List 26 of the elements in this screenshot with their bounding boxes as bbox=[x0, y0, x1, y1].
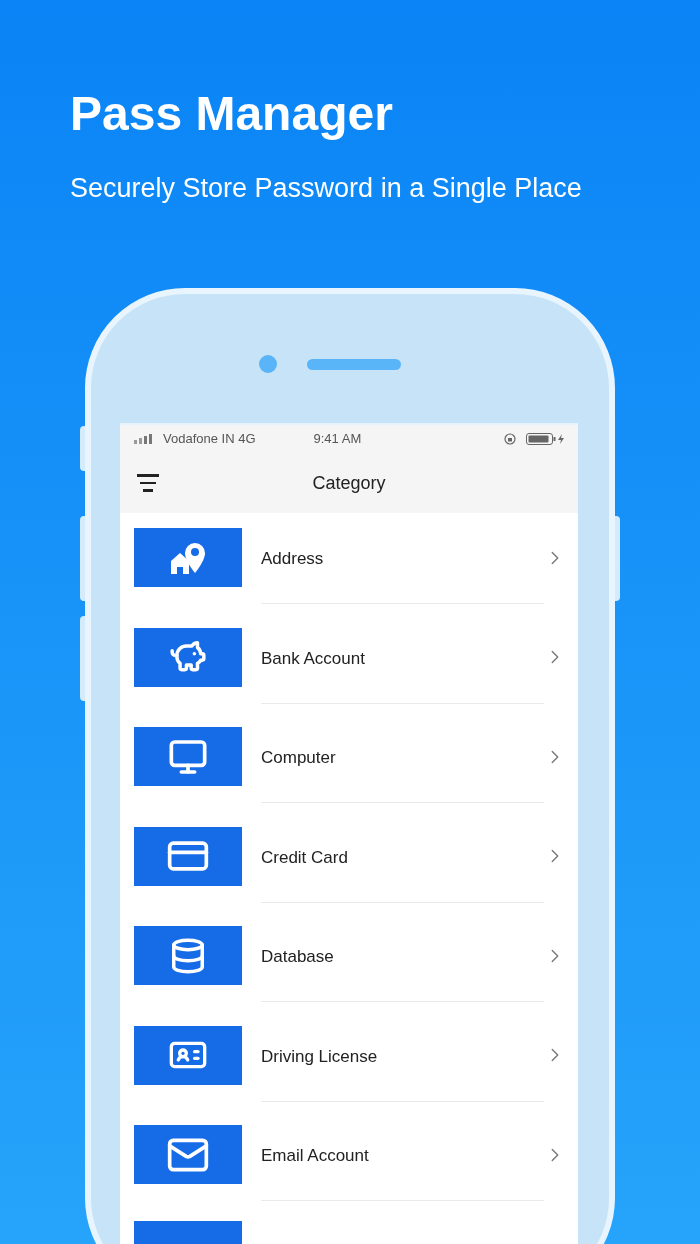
category-label: Address bbox=[261, 549, 324, 568]
app-subtitle: Securely Store Password in a Single Place bbox=[70, 172, 582, 205]
category-row[interactable]: Email Account bbox=[120, 1110, 578, 1210]
category-label: Credit Card bbox=[261, 847, 348, 867]
category-row[interactable]: Computer bbox=[120, 712, 578, 812]
category-row[interactable]: Address bbox=[120, 513, 578, 613]
category-row[interactable]: Database bbox=[120, 911, 578, 1011]
charging-bolt-icon bbox=[558, 434, 564, 444]
signal-icon bbox=[134, 434, 154, 444]
category-label: Computer bbox=[261, 748, 336, 767]
category-label: Bank Account bbox=[261, 648, 365, 668]
app-title: Pass Manager bbox=[70, 86, 393, 142]
filter-menu-button[interactable] bbox=[136, 471, 160, 495]
clock-label: 9:41 AM bbox=[313, 430, 362, 449]
category-row[interactable]: Driving License bbox=[120, 1010, 578, 1110]
house-pin-icon bbox=[169, 540, 207, 575]
screen-title: Category bbox=[312, 471, 386, 495]
rotation-lock-icon bbox=[504, 433, 516, 445]
category-label: Database bbox=[261, 947, 334, 966]
database-icon bbox=[169, 936, 207, 975]
battery-icon bbox=[526, 433, 556, 445]
category-row[interactable]: Credit Card bbox=[120, 811, 578, 911]
category-row[interactable]: Bank Account bbox=[120, 612, 578, 712]
category-label: Email Account bbox=[261, 1146, 369, 1165]
carrier-label: Vodafone IN 4G bbox=[163, 430, 256, 449]
category-label: Driving License bbox=[261, 1046, 378, 1066]
